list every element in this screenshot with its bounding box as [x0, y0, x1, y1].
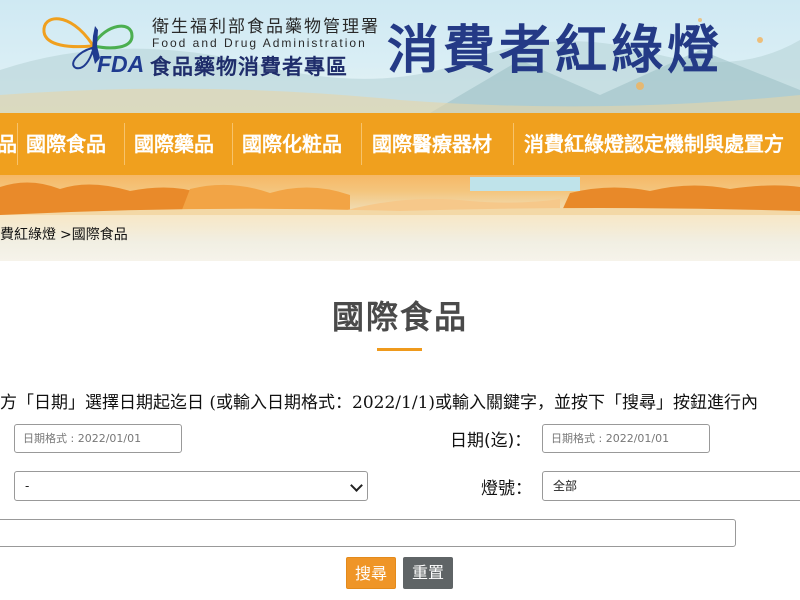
start-date-input[interactable]: 日期格式 : 2022/01/01 — [14, 424, 182, 453]
autumn-trees-illustration — [0, 177, 800, 215]
agency-english-name: Food and Drug Administration — [152, 36, 367, 50]
search-instructions: 方「日期」選擇日期起迄日 (或輸入日期格式：2022/1/1)或輸入關鍵字，並按… — [0, 393, 759, 413]
page-title: 國際食品 — [331, 298, 468, 336]
agency-name: 衛生福利部食品藥物管理署 — [152, 17, 380, 37]
nav-item-international-medical-devices[interactable]: 國際醫療器材 — [372, 113, 492, 175]
end-date-label: 日期(迄)： — [450, 431, 532, 451]
keyword-input[interactable] — [0, 519, 736, 547]
start-date-label: ： — [0, 426, 7, 451]
nav-divider — [17, 123, 18, 165]
nav-divider — [361, 123, 362, 165]
site-title[interactable]: 消費者紅綠燈 — [387, 8, 723, 83]
decorative-autumn-strip — [0, 175, 800, 215]
breadcrumb-item-current: >國際食品 — [60, 227, 128, 243]
search-button[interactable]: 搜尋 — [346, 557, 396, 589]
nav-item-international-cosmetics[interactable]: 國際化粧品 — [242, 113, 342, 175]
end-date-input[interactable]: 日期格式 : 2022/01/01 — [542, 424, 710, 453]
site-header: FDA 衛生福利部食品藥物管理署 Food and Drug Administr… — [0, 0, 800, 113]
main-nav: 品 國際食品 國際藥品 國際化粧品 國際醫療器材 消費紅綠燈認定機制與處置方 — [0, 113, 800, 175]
nav-item-traffic-light-mechanism[interactable]: 消費紅綠燈認定機制與處置方 — [524, 113, 784, 175]
reset-button[interactable]: 重置 — [403, 557, 453, 589]
nav-divider — [124, 123, 125, 165]
nav-divider — [513, 123, 514, 165]
title-underline — [377, 348, 422, 351]
consumer-zone-name: 食品藥物消費者專區 — [150, 55, 348, 79]
breadcrumb: 費紅綠燈 >國際食品 — [0, 215, 800, 261]
nav-item-international-food[interactable]: 國際食品 — [26, 113, 106, 175]
nav-divider — [232, 123, 233, 165]
chevron-down-icon — [350, 479, 363, 492]
breadcrumb-trail: 費紅綠燈 >國際食品 — [0, 224, 128, 244]
category-select[interactable]: - — [14, 471, 368, 501]
fda-logo-text: FDA — [97, 51, 145, 77]
nav-item-partial[interactable]: 品 — [0, 113, 17, 175]
category-label: ： — [0, 474, 7, 499]
category-selected-value: - — [25, 479, 30, 493]
light-selected-value: 全部 — [553, 479, 578, 493]
light-select[interactable]: 全部 — [542, 471, 800, 501]
light-label: 燈號： — [481, 479, 532, 499]
nav-item-international-drugs[interactable]: 國際藥品 — [134, 113, 214, 175]
breadcrumb-item-traffic-light[interactable]: 費紅綠燈 — [0, 227, 56, 243]
